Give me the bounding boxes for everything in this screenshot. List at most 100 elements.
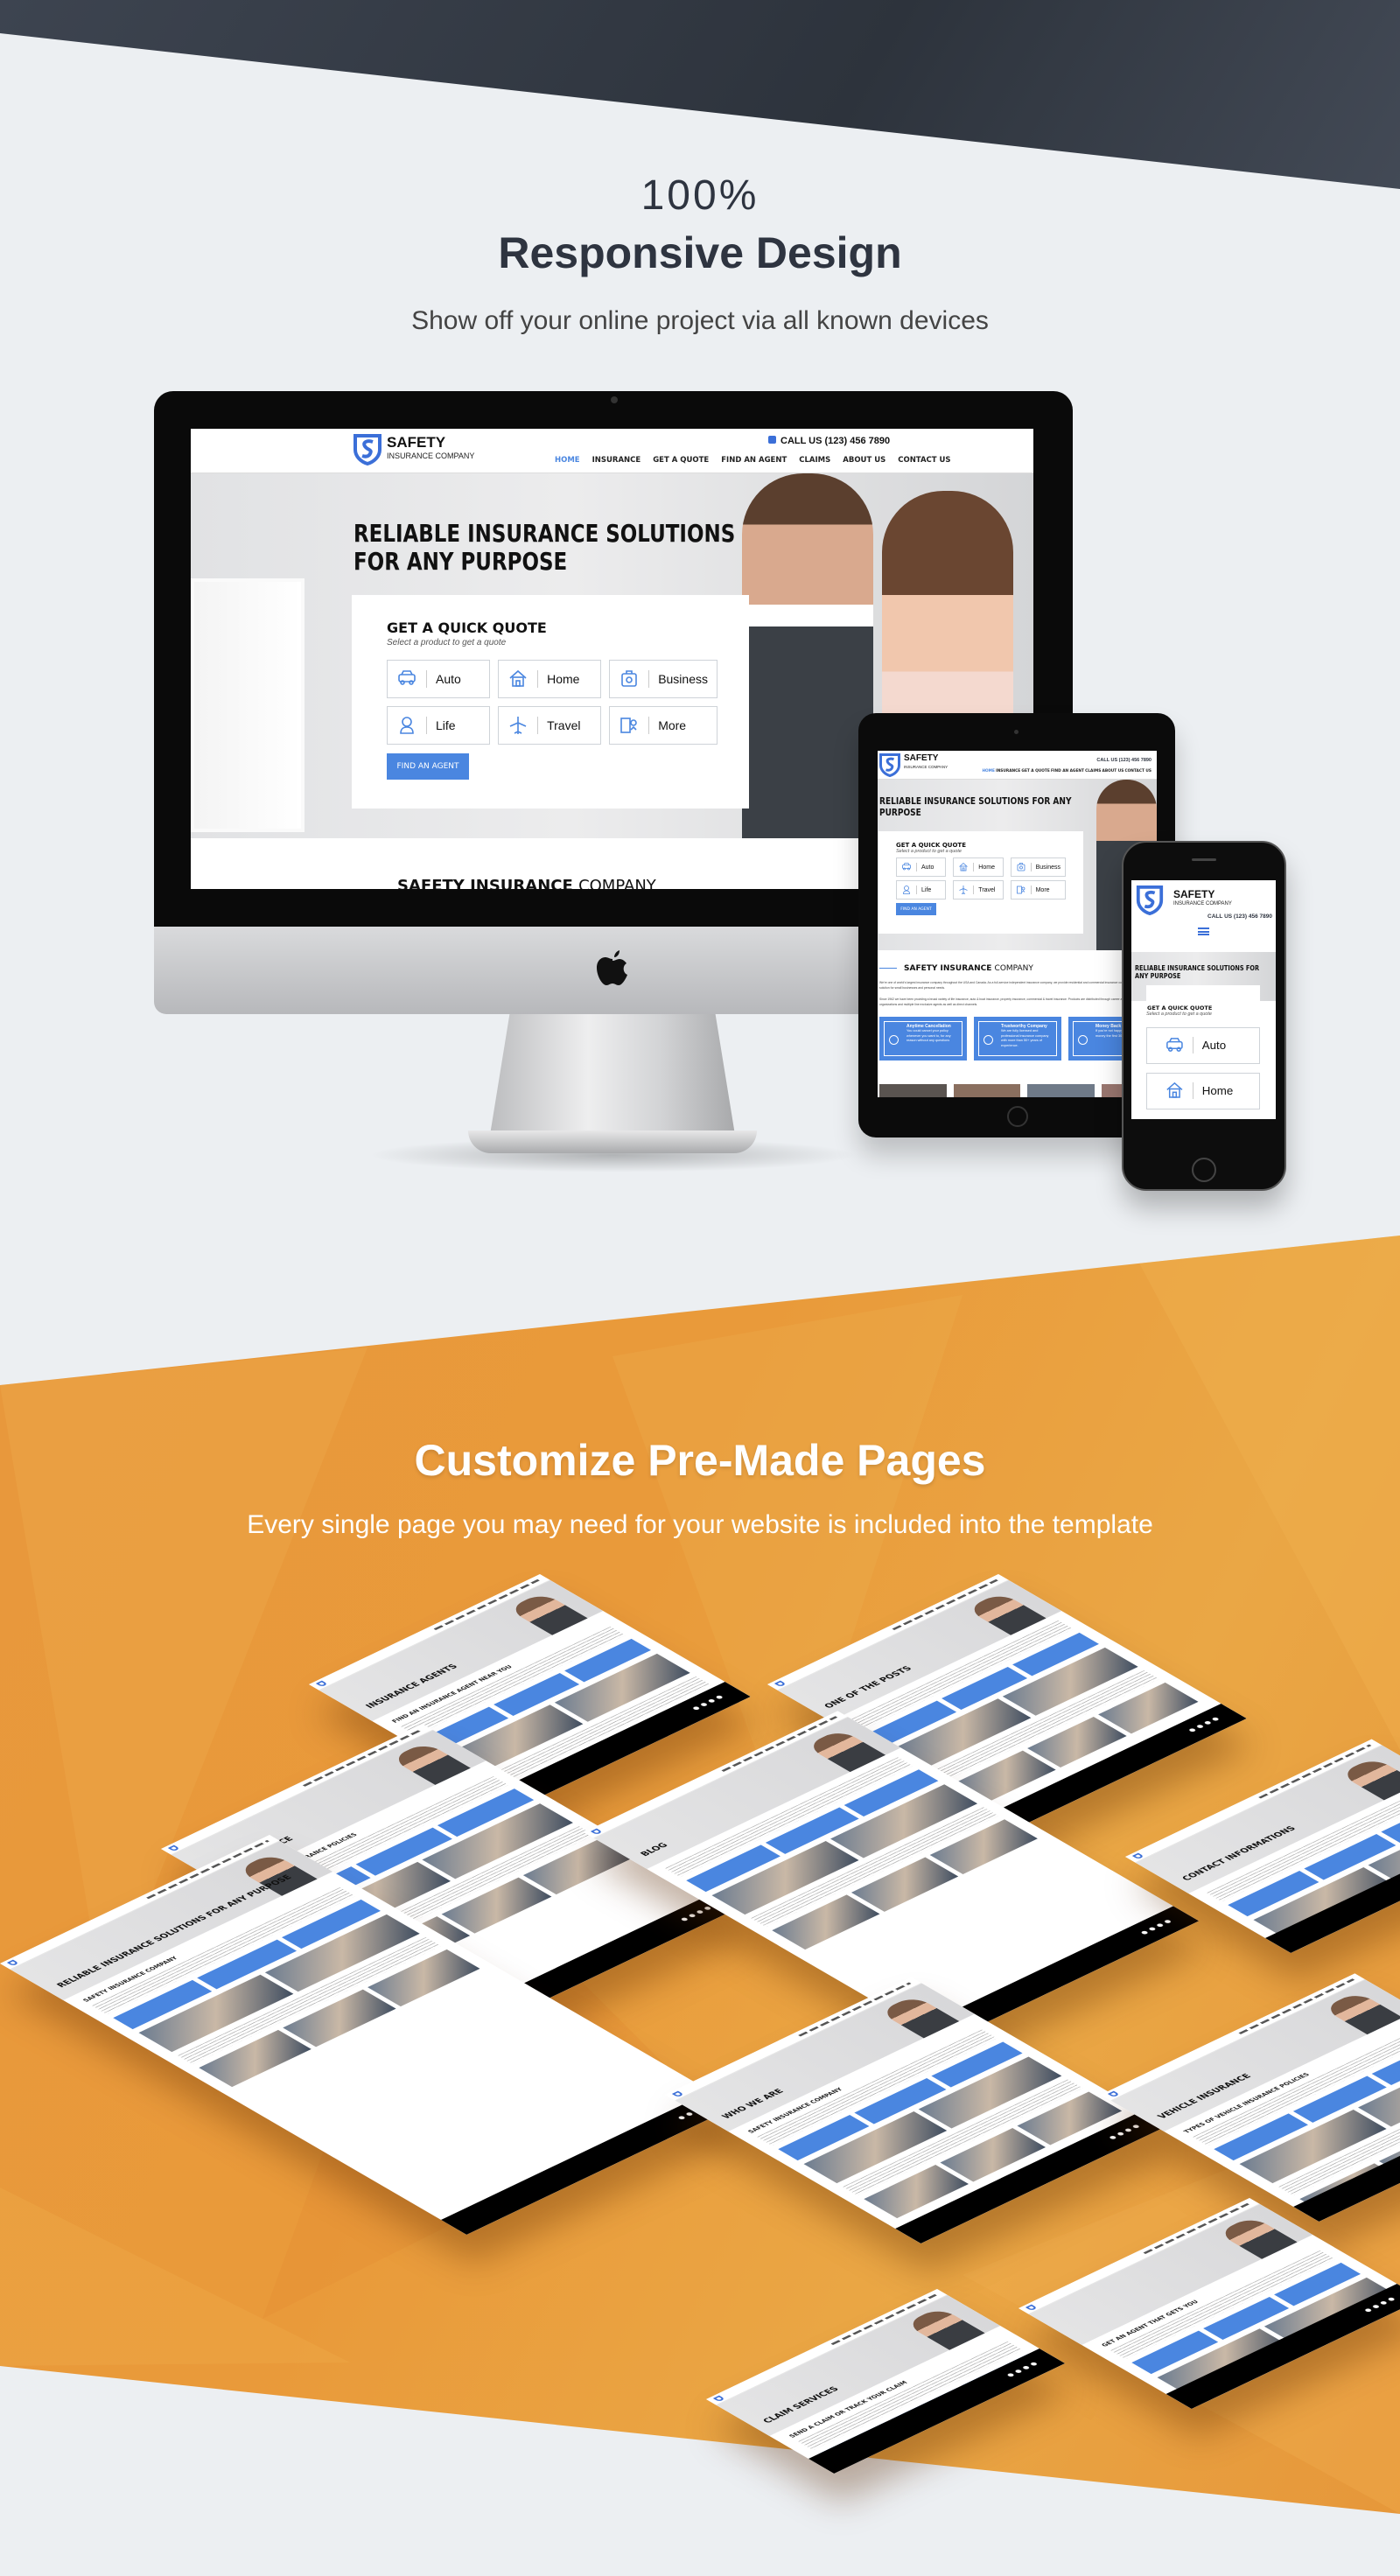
mockup-person-photo <box>1339 1757 1400 1801</box>
mockup-person-photo <box>507 1592 588 1635</box>
car-icon <box>398 670 416 685</box>
airplane-icon <box>959 886 968 894</box>
tablet-nav-insurance[interactable]: INSURANCE <box>996 769 1020 774</box>
person-icon <box>400 717 414 734</box>
main-nav: HOME INSURANCE GET A QUOTE FIND AN AGENT CLA… <box>555 455 951 465</box>
feature-icon <box>889 1035 899 1045</box>
section-title-peek: SAFETY INSURANCE COMPANY <box>397 877 656 889</box>
tablet-product-grid: Auto Home Business Life Travel More <box>896 858 1066 900</box>
briefcase-icon <box>1017 863 1025 872</box>
tablet-product-life-button[interactable]: Life <box>896 880 947 900</box>
social-icons <box>1106 2123 1144 2141</box>
tablet-product-auto-button[interactable]: Auto <box>896 858 947 877</box>
phone-product-auto-button[interactable]: Auto <box>1146 1027 1260 1064</box>
responsive-subtitle: Show off your online project via all kno… <box>411 306 989 335</box>
quote-subtitle: Select a product to get a quote <box>387 638 507 648</box>
tablet-photo-strip <box>879 1084 1157 1097</box>
tablet-quote-title: GET A QUICK QUOTE <box>896 842 966 849</box>
mockup-person-photo <box>1216 2216 1298 2259</box>
product-home-button[interactable]: Home <box>498 660 602 698</box>
tablet-section-light: COMPANY <box>994 964 1033 973</box>
feature-icon <box>1078 1035 1088 1045</box>
tablet-product-travel-button[interactable]: Travel <box>953 880 1004 900</box>
phone-quote-box: GET A QUICK QUOTE Select a product to ge… <box>1146 985 1260 1119</box>
tablet-logo-name: SAFETY <box>904 753 939 763</box>
product-label: Life <box>921 886 932 893</box>
nav-contact-us[interactable]: CONTACT US <box>898 456 950 465</box>
phone-speaker <box>1192 858 1216 861</box>
nav-about-us[interactable]: ABOUT US <box>843 456 886 465</box>
tablet-nav-home[interactable]: HOME <box>982 769 994 774</box>
nav-get-a-quote[interactable]: GET A QUOTE <box>653 456 709 465</box>
mockup-person-photo <box>878 1995 960 2039</box>
man-photo <box>742 473 873 838</box>
social-icons <box>1361 2295 1398 2314</box>
social-icons <box>1138 1917 1175 1936</box>
mockup-page-title: CONTACT INFORMATIONS <box>1180 1824 1298 1883</box>
mockup-page-title: VEHICLE INSURANCE <box>1156 2072 1254 2121</box>
phone-product-home-button[interactable]: Home <box>1146 1072 1260 1110</box>
phone-number: CALL US (123) 456 7890 <box>780 436 891 446</box>
nav-find-an-agent[interactable]: FIND AN AGENT <box>721 456 787 465</box>
mockup-page-title: BLOG <box>639 1841 671 1858</box>
phone-quote-title: GET A QUICK QUOTE <box>1147 1004 1213 1012</box>
product-travel-button[interactable]: Travel <box>498 706 602 745</box>
find-agent-button[interactable]: FIND AN AGENT <box>387 753 469 780</box>
product-label: More <box>1035 886 1050 893</box>
mockup-person-photo <box>236 1852 318 1896</box>
hero-title-line2: FOR ANY PURPOSE <box>354 547 568 577</box>
social-icons <box>1004 2360 1041 2379</box>
car-icon <box>1166 1037 1183 1052</box>
product-more-button[interactable]: More <box>609 706 718 745</box>
mockup-person-photo <box>804 1728 886 1773</box>
house-icon <box>1166 1082 1183 1099</box>
nav-claims[interactable]: CLAIMS <box>799 456 830 465</box>
tablet-screen: SAFETY INSURANCE COMPANY CALL US (123) 4… <box>878 751 1157 1097</box>
tablet-nav: HOME INSURANCE GET A QUOTE FIND AN AGENT… <box>982 768 1152 774</box>
tablet-home-button[interactable] <box>1007 1106 1028 1127</box>
product-label: Auto <box>921 864 934 871</box>
phone-product-list: Auto Home <box>1146 1027 1260 1110</box>
tablet-product-home-button[interactable]: Home <box>953 858 1004 877</box>
tablet-find-agent-button[interactable]: FIND AN AGENT <box>896 903 936 915</box>
hero-title-line1: RELIABLE INSURANCE SOLUTIONS <box>354 519 736 548</box>
mockup-person-photo <box>389 1741 471 1785</box>
apple-logo-icon <box>597 950 627 985</box>
nav-home[interactable]: HOME <box>555 456 580 465</box>
product-life-button[interactable]: Life <box>387 706 491 745</box>
phone-icon <box>768 436 776 444</box>
phone-logo-name: SAFETY <box>1173 888 1215 900</box>
shield-logo-icon <box>354 434 382 466</box>
product-label: Travel <box>978 886 996 893</box>
feature-box: Anytime Cancellation You could cancel you… <box>879 1017 967 1060</box>
shelf-illustration <box>191 578 304 832</box>
tablet-nav-about[interactable]: ABOUT US <box>1102 769 1124 774</box>
tablet-nav-agent[interactable]: FIND AN AGENT <box>1051 769 1084 774</box>
hero-title: RELIABLE INSURANCE SOLUTIONS FOR ANY PUR… <box>354 519 736 577</box>
pages-subtitle: Every single page you may need for your … <box>247 1510 1153 1539</box>
product-label: Home <box>978 864 995 871</box>
tablet-phone[interactable]: CALL US (123) 456 7890 <box>1096 758 1152 763</box>
phone-line[interactable]: CALL US (123) 456 7890 <box>768 436 890 446</box>
phone-home-button[interactable] <box>1192 1158 1216 1182</box>
tablet-product-more-button[interactable]: More <box>1010 880 1066 900</box>
feature-box: Trustworthy Company We are fully licensed… <box>974 1017 1061 1060</box>
tablet-logo-sub: INSURANCE COMPANY <box>904 765 948 769</box>
tablet-hero-title: RELIABLE INSURANCE SOLUTIONS FOR ANY PUR… <box>879 795 1072 818</box>
product-business-button[interactable]: Business <box>609 660 718 698</box>
tablet-para1: We're one of world's largest insurance c… <box>879 981 1157 990</box>
feature-boxes: Anytime Cancellation You could cancel you… <box>879 1017 1157 1060</box>
mockup-page-title: INSURANCE AGENTS <box>364 1662 460 1711</box>
nav-insurance[interactable]: INSURANCE <box>592 456 641 465</box>
briefcase-icon <box>621 670 637 687</box>
tablet-nav-contact[interactable]: CONTACT US <box>1125 769 1152 774</box>
phone-call[interactable]: CALL US (123) 456 7890 <box>1208 914 1272 920</box>
hamburger-menu-icon[interactable] <box>1198 928 1209 935</box>
tablet-product-business-button[interactable]: Business <box>1010 858 1066 877</box>
product-auto-button[interactable]: Auto <box>387 660 491 698</box>
tablet-nav-claims[interactable]: CLAIMS <box>1085 769 1101 774</box>
tablet-nav-quote[interactable]: GET A QUOTE <box>1021 769 1049 774</box>
product-grid: Auto Home Business Life Travel More <box>387 660 718 745</box>
tablet-camera <box>1014 730 1018 734</box>
more-icon <box>1016 886 1025 894</box>
